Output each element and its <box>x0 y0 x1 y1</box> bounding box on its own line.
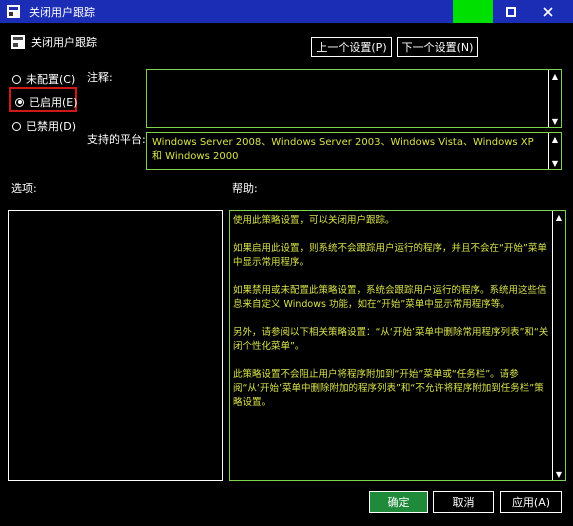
scroll-up-icon[interactable]: ▲ <box>549 70 561 82</box>
policy-icon <box>11 35 25 49</box>
options-label: 选项: <box>11 182 37 195</box>
scroll-down-icon[interactable]: ▼ <box>549 115 561 127</box>
help-panel: 使用此策略设置，可以关闭用户跟踪。 如果启用此设置，则系统不会跟踪用户运行的程序… <box>229 210 566 481</box>
platform-field: Windows Server 2008、Windows Server 2003、… <box>146 132 562 170</box>
comment-scrollbar[interactable]: ▲ ▼ <box>548 70 561 127</box>
help-paragraph: 如果禁用或未配置此策略设置，系统会跟踪用户运行的程序。系统用这些信息来自定义 W… <box>233 285 547 310</box>
platform-scrollbar[interactable]: ▲ ▼ <box>548 133 561 169</box>
maximize-icon <box>506 6 516 17</box>
scroll-up-icon[interactable]: ▲ <box>549 133 561 145</box>
window-title: 关闭用户跟踪 <box>29 6 95 19</box>
help-scrollbar[interactable]: ▲ ▼ <box>552 211 565 480</box>
help-paragraph: 使用此策略设置，可以关闭用户跟踪。 <box>233 215 395 226</box>
radio-label: 已禁用(D) <box>26 120 77 133</box>
scroll-up-icon[interactable]: ▲ <box>553 211 565 223</box>
radio-indicator[interactable] <box>12 74 21 84</box>
radio-label: 已启用(E) <box>29 96 78 109</box>
radio-disabled[interactable]: 已禁用(D) <box>12 118 76 134</box>
scroll-down-icon[interactable]: ▼ <box>549 157 561 169</box>
policy-icon <box>7 5 20 18</box>
platform-value: Windows Server 2008、Windows Server 2003、… <box>152 137 534 162</box>
radio-label: 未配置(C) <box>26 73 76 86</box>
options-panel <box>8 210 223 481</box>
platform-label: 支持的平台: <box>87 133 146 146</box>
radio-not-configured[interactable]: 未配置(C) <box>12 71 75 87</box>
help-paragraph: 此策略设置不会阻止用户将程序附加到“开始”菜单或“任务栏”。请参阅“从‘开始’菜… <box>233 369 544 408</box>
help-paragraph: 另外，请参阅以下相关策略设置：“从‘开始’菜单中删除常用程序列表”和“关闭个性化… <box>233 327 549 352</box>
radio-enabled[interactable]: 已启用(E) <box>15 94 78 110</box>
cancel-button[interactable]: 取消 <box>433 491 494 513</box>
radio-indicator[interactable] <box>15 97 24 107</box>
help-text: 使用此策略设置，可以关闭用户跟踪。 如果启用此设置，则系统不会跟踪用户运行的程序… <box>233 214 549 424</box>
close-icon <box>543 6 553 17</box>
title-bar-accent <box>453 0 493 23</box>
comment-label: 注释: <box>87 71 113 84</box>
maximize-button[interactable] <box>493 0 529 23</box>
scroll-down-icon[interactable]: ▼ <box>553 468 565 480</box>
ok-button[interactable]: 确定 <box>369 491 428 513</box>
help-paragraph: 如果启用此设置，则系统不会跟踪用户运行的程序，并且不会在“开始”菜单中显示常用程… <box>233 243 547 268</box>
comment-field[interactable]: ▲ ▼ <box>146 69 562 128</box>
policy-title: 关闭用户跟踪 <box>31 36 97 49</box>
apply-button[interactable]: 应用(A) <box>500 491 562 513</box>
next-setting-button[interactable]: 下一个设置(N) <box>397 37 478 57</box>
previous-setting-button[interactable]: 上一个设置(P) <box>311 37 392 57</box>
radio-indicator[interactable] <box>12 121 21 131</box>
close-button[interactable] <box>530 0 566 23</box>
help-label: 帮助: <box>232 182 258 195</box>
